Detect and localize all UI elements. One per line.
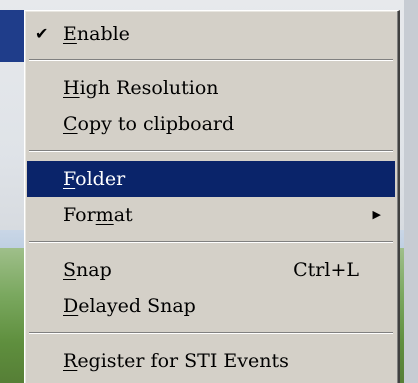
menu-item-snap[interactable]: Snap Ctrl+L bbox=[27, 252, 395, 288]
menu-item-register-sti-events[interactable]: Register for STI Events bbox=[27, 343, 395, 379]
menu-separator bbox=[29, 150, 393, 152]
menu-item-label: Snap bbox=[63, 259, 112, 281]
menu-item-high-resolution[interactable]: High Resolution bbox=[27, 70, 395, 106]
menu-item-label: Copy to clipboard bbox=[63, 113, 235, 135]
menu-separator bbox=[29, 332, 393, 334]
menu-item-label: Format bbox=[63, 204, 133, 226]
menu-item-folder[interactable]: Folder bbox=[27, 161, 395, 197]
checkmark-icon: ✔ bbox=[35, 24, 49, 43]
background-window-edge bbox=[404, 0, 418, 383]
menu-separator bbox=[29, 241, 393, 243]
menu-item-label: Folder bbox=[63, 168, 126, 190]
menu-item-label: Delayed Snap bbox=[63, 295, 196, 317]
submenu-arrow-icon: ▶ bbox=[372, 208, 381, 221]
menu-item-copy-to-clipboard[interactable]: Copy to clipboard bbox=[27, 106, 395, 142]
menu-item-delayed-snap[interactable]: Delayed Snap bbox=[27, 288, 395, 324]
menu-item-enable[interactable]: ✔ Enable bbox=[27, 16, 395, 52]
menu-item-label: Register for STI Events bbox=[63, 350, 289, 372]
context-menu: ✔ Enable High Resolution Copy to clipboa… bbox=[24, 10, 400, 383]
background-window-titlebar bbox=[0, 10, 24, 62]
menu-item-label: Enable bbox=[63, 23, 130, 45]
menu-item-format[interactable]: Format ▶ bbox=[27, 197, 395, 233]
menu-item-shortcut: Ctrl+L bbox=[293, 259, 359, 281]
menu-item-label: High Resolution bbox=[63, 77, 219, 99]
menu-separator bbox=[29, 59, 393, 61]
